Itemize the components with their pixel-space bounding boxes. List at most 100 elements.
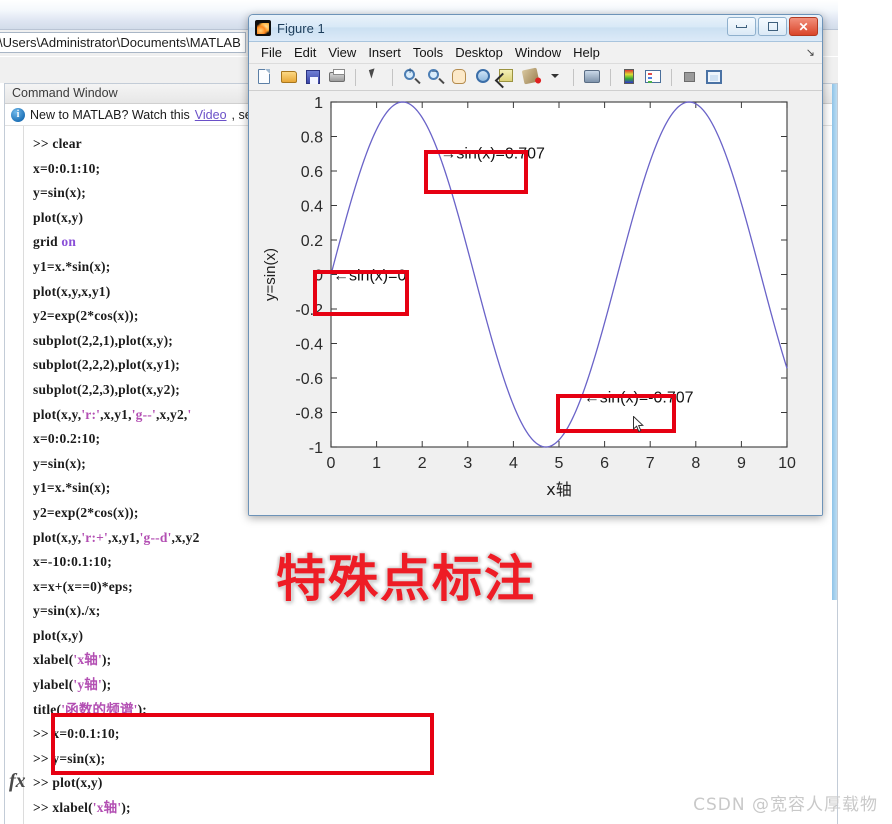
command-text: clear xyxy=(52,136,82,151)
command-text: 'g--' xyxy=(131,406,156,422)
y-tick-label: 0.8 xyxy=(301,130,323,147)
x-tick-label: 9 xyxy=(737,455,746,472)
command-text: y1=x.*sin(x); xyxy=(33,480,111,496)
command-text: 'x轴' xyxy=(92,800,122,816)
zoom-in-button[interactable] xyxy=(400,66,422,88)
x-tick-label: 2 xyxy=(418,455,427,472)
minimize-button[interactable] xyxy=(727,17,756,36)
new-file-icon xyxy=(258,69,270,84)
command-prompt: >> xyxy=(33,775,53,791)
fx-icon[interactable]: fx xyxy=(9,770,31,792)
figure-title-bar[interactable]: Figure 1 ✕ xyxy=(249,15,822,42)
y-axis-label: y=sin(x) xyxy=(262,248,279,301)
command-text: y=sin(x); xyxy=(33,455,86,471)
command-text: ,x,y1, xyxy=(100,406,132,422)
command-text: 'g--d' xyxy=(139,529,172,545)
hand-pan-icon xyxy=(452,69,466,84)
magnifier-minus-icon xyxy=(428,66,439,80)
command-text: x=x+(x==0)*eps; xyxy=(33,578,133,594)
command-text: 'r:+' xyxy=(81,529,108,545)
toolbar-separator-2 xyxy=(392,68,393,86)
dock-arrow-icon[interactable]: ↘ xyxy=(806,46,815,59)
command-text: 'r:' xyxy=(81,406,101,422)
x-tick-label: 10 xyxy=(778,455,796,472)
link-data-button[interactable] xyxy=(581,66,603,88)
colorbar-button[interactable] xyxy=(618,66,640,88)
brush-button[interactable] xyxy=(520,66,542,88)
hide-plot-tools-button[interactable] xyxy=(679,66,701,88)
legend-button[interactable] xyxy=(642,66,664,88)
command-text: x=0:0.1:10; xyxy=(33,160,101,176)
command-text: x=-10:0.1:10; xyxy=(33,554,112,570)
command-text: ,x,y2, xyxy=(155,406,188,422)
x-tick-label: 4 xyxy=(509,455,518,472)
menu-insert[interactable]: Insert xyxy=(362,43,407,63)
command-line: plot(x,y,'r:+',x,y1,'g--d',x,y2 xyxy=(33,526,837,551)
annotation-highlight-sin-0707 xyxy=(424,150,528,194)
data-cursor-icon xyxy=(499,69,513,82)
x-tick-label: 6 xyxy=(600,455,609,472)
menu-desktop[interactable]: Desktop xyxy=(449,43,509,63)
command-text: xlabel( xyxy=(52,800,93,816)
zoom-out-button[interactable] xyxy=(424,66,446,88)
x-tick-label: 1 xyxy=(372,455,381,472)
pan-button[interactable] xyxy=(448,66,470,88)
print-figure-button[interactable] xyxy=(326,66,348,88)
menu-help[interactable]: Help xyxy=(567,43,606,63)
figure-menu-bar[interactable]: File Edit View Insert Tools Desktop Wind… xyxy=(249,42,822,64)
command-text: plot(x,y, xyxy=(33,529,82,545)
video-link[interactable]: Video xyxy=(195,108,227,122)
y-tick-label: 1 xyxy=(314,95,323,112)
y-tick-label: -0.4 xyxy=(295,337,323,354)
command-text: ); xyxy=(121,800,131,816)
menu-tools[interactable]: Tools xyxy=(407,43,449,63)
figure-toolbar[interactable] xyxy=(249,64,822,91)
menu-file[interactable]: File xyxy=(255,43,288,63)
y-tick-label: -0.8 xyxy=(295,406,323,423)
close-button[interactable]: ✕ xyxy=(789,17,818,36)
command-text: y2=exp(2*cos(x)); xyxy=(33,308,139,324)
edit-plot-button[interactable] xyxy=(363,66,385,88)
current-folder-path-field[interactable]: \Users\Administrator\Documents\MATLAB xyxy=(0,32,246,53)
open-file-button[interactable] xyxy=(278,66,300,88)
x-tick-label: 5 xyxy=(555,455,564,472)
toolbar-separator-4 xyxy=(610,68,611,86)
command-text: y1=x.*sin(x); xyxy=(33,258,111,274)
new-figure-button[interactable] xyxy=(254,66,276,88)
menu-window[interactable]: Window xyxy=(509,43,567,63)
figure-window[interactable]: Figure 1 ✕ File Edit View Insert Tools D… xyxy=(248,14,823,516)
window-controls: ✕ xyxy=(727,17,818,36)
toolbar-separator-1 xyxy=(355,68,356,86)
command-text: grid xyxy=(33,234,62,250)
notice-prefix-text: New to MATLAB? Watch this xyxy=(30,107,190,122)
annotation-highlight-sin-m0707 xyxy=(556,394,676,433)
rotate-3d-icon xyxy=(476,69,490,83)
command-line: >> ylabel('y=sin(x)'); xyxy=(33,821,837,824)
link-data-icon xyxy=(584,70,600,83)
menu-edit[interactable]: Edit xyxy=(288,43,322,63)
command-prompt: >> xyxy=(33,136,53,151)
minimize-icon xyxy=(736,25,747,28)
close-icon: ✕ xyxy=(798,19,809,34)
command-prompt: >> xyxy=(33,750,53,766)
maximize-button[interactable] xyxy=(758,17,787,36)
show-plot-tools-button[interactable] xyxy=(703,66,725,88)
command-text: plot(x,y) xyxy=(52,775,103,791)
menu-view[interactable]: View xyxy=(322,43,362,63)
command-text: y=sin(x); xyxy=(33,185,86,201)
pointer-arrow-icon xyxy=(368,68,378,79)
brush-dropdown-button[interactable] xyxy=(544,66,566,88)
save-figure-button[interactable] xyxy=(302,66,324,88)
x-tick-label: 3 xyxy=(463,455,472,472)
rotate-3d-button[interactable] xyxy=(472,66,494,88)
x-tick-label: 8 xyxy=(691,455,700,472)
text-commands-highlight-box xyxy=(51,713,434,775)
data-cursor-button[interactable] xyxy=(496,66,518,88)
command-text: ' xyxy=(187,406,192,422)
command-text: xlabel( xyxy=(33,652,74,668)
csdn-watermark: CSDN @宽容人厚载物 xyxy=(693,795,878,815)
legend-icon xyxy=(645,70,661,83)
save-disk-icon xyxy=(306,70,320,84)
command-prompt: >> xyxy=(33,726,53,742)
figure-title-text: Figure 1 xyxy=(277,20,325,36)
